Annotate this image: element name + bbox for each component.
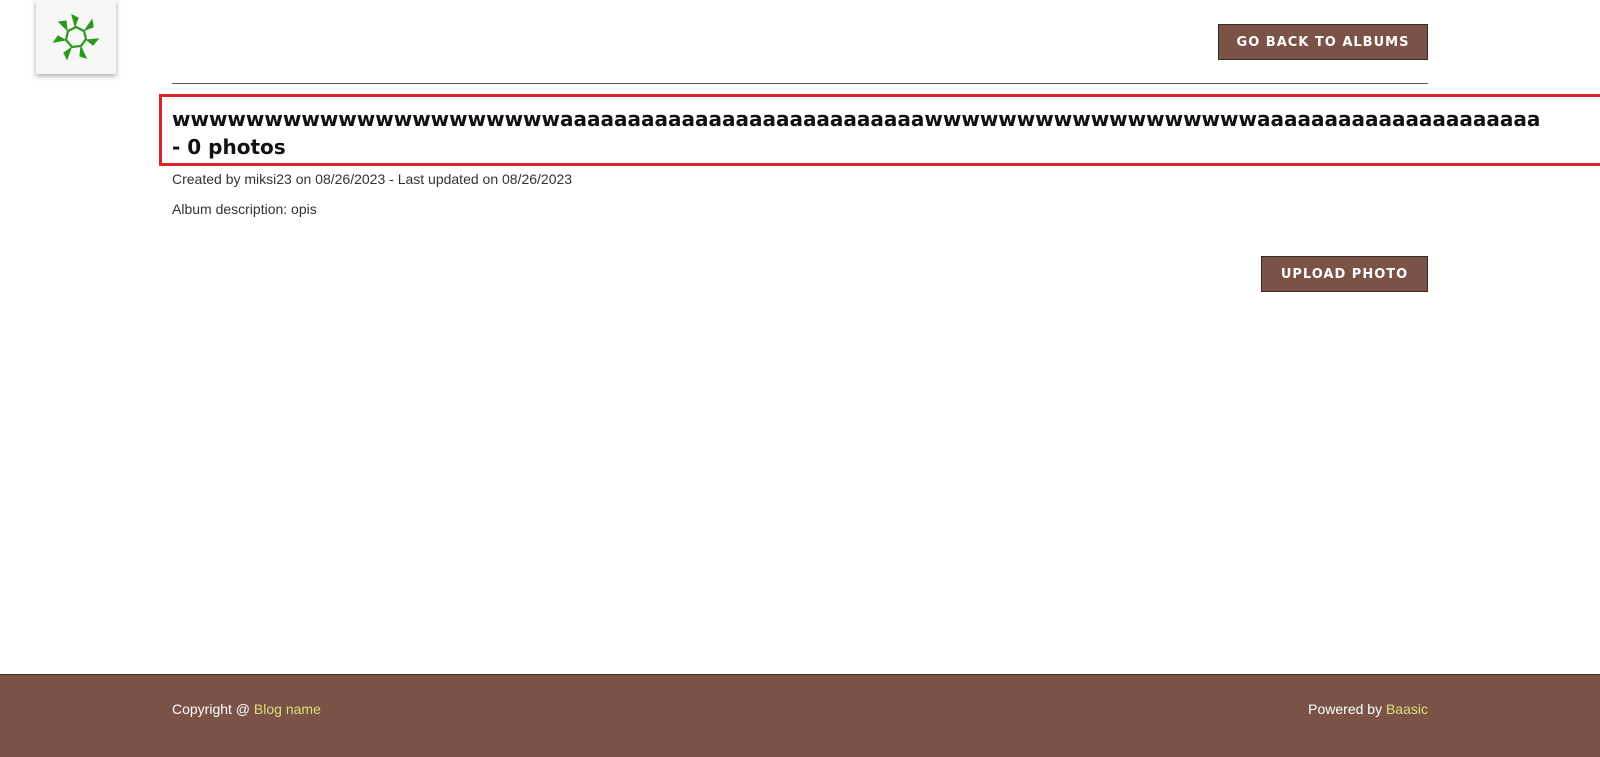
- footer-copyright: Copyright @ Blog name: [172, 701, 321, 717]
- copyright-prefix: Copyright @: [172, 701, 254, 717]
- blog-name-link[interactable]: Blog name: [254, 701, 321, 717]
- album-title: wwwwwwwwwwwwwwwwwwwwwaaaaaaaaaaaaaaaaaaa…: [172, 107, 1541, 131]
- album-created-info: Created by miksi23 on 08/26/2023 - Last …: [172, 171, 573, 187]
- site-footer: Copyright @ Blog name Powered by Baasic: [0, 674, 1600, 757]
- album-detail-page: GO BACK TO ALBUMS wwwwwwwwwwwwwwwwwwwwwa…: [0, 0, 1600, 757]
- site-logo[interactable]: [36, 0, 116, 74]
- upload-photo-button[interactable]: UPLOAD PHOTO: [1261, 256, 1428, 292]
- album-title-block: wwwwwwwwwwwwwwwwwwwwwaaaaaaaaaaaaaaaaaaa…: [172, 105, 1540, 161]
- album-description: Album description: opis: [172, 201, 317, 217]
- baasic-link[interactable]: Baasic: [1386, 701, 1428, 717]
- header-divider: [172, 83, 1428, 84]
- album-title-highlight: wwwwwwwwwwwwwwwwwwwwwaaaaaaaaaaaaaaaaaaa…: [159, 94, 1600, 166]
- sun-burst-logo-icon: [52, 13, 100, 61]
- go-back-to-albums-button[interactable]: GO BACK TO ALBUMS: [1218, 24, 1428, 60]
- powered-by-prefix: Powered by: [1308, 701, 1386, 717]
- album-photo-count: - 0 photos: [172, 135, 286, 159]
- footer-powered-by: Powered by Baasic: [1308, 701, 1428, 717]
